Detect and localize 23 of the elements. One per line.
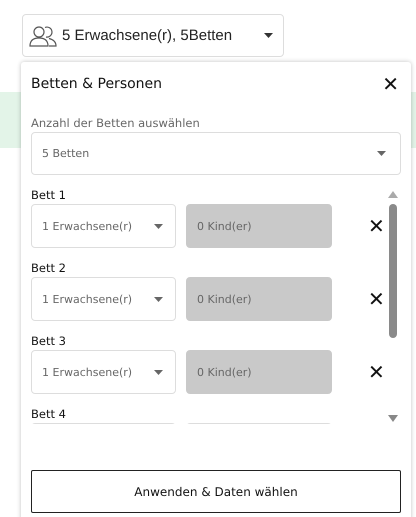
bed-count-label: Anzahl der Betten auswählen [31, 116, 201, 130]
adults-select[interactable]: 1 Erwachsene(r) [31, 277, 176, 321]
bed-label: Bett 2 [31, 260, 67, 277]
caret-icon [377, 151, 386, 156]
apply-button[interactable]: Anwenden & Daten wählen [31, 470, 401, 513]
caret-icon [154, 296, 163, 302]
adults-select[interactable]: 1 Erwachsene(r) [31, 204, 176, 248]
caret-icon [154, 224, 163, 228]
bed-label: Bett 3 [31, 333, 67, 350]
bed-label: Bett 4 [31, 406, 67, 423]
caret-icon [154, 370, 163, 374]
adults-select[interactable]: 1 Erwachsene(r) [31, 350, 176, 394]
remove-bed-button[interactable]: ✕ [368, 360, 385, 384]
scrollbar[interactable] [387, 189, 399, 424]
bed-count-select[interactable]: 5 Betten [31, 132, 401, 175]
remove-bed-button[interactable]: ✕ [368, 214, 385, 238]
bed-label: Bett 1 [31, 187, 67, 204]
caret-icon [264, 33, 273, 38]
remove-bed-button[interactable]: ✕ [368, 287, 385, 311]
popup-title: Betten & Personen [31, 76, 162, 92]
people-icon [29, 24, 57, 46]
guest-selector[interactable]: 5 Erwachsene(r), 5Betten [22, 14, 284, 57]
close-button[interactable]: ✕ [382, 72, 399, 96]
